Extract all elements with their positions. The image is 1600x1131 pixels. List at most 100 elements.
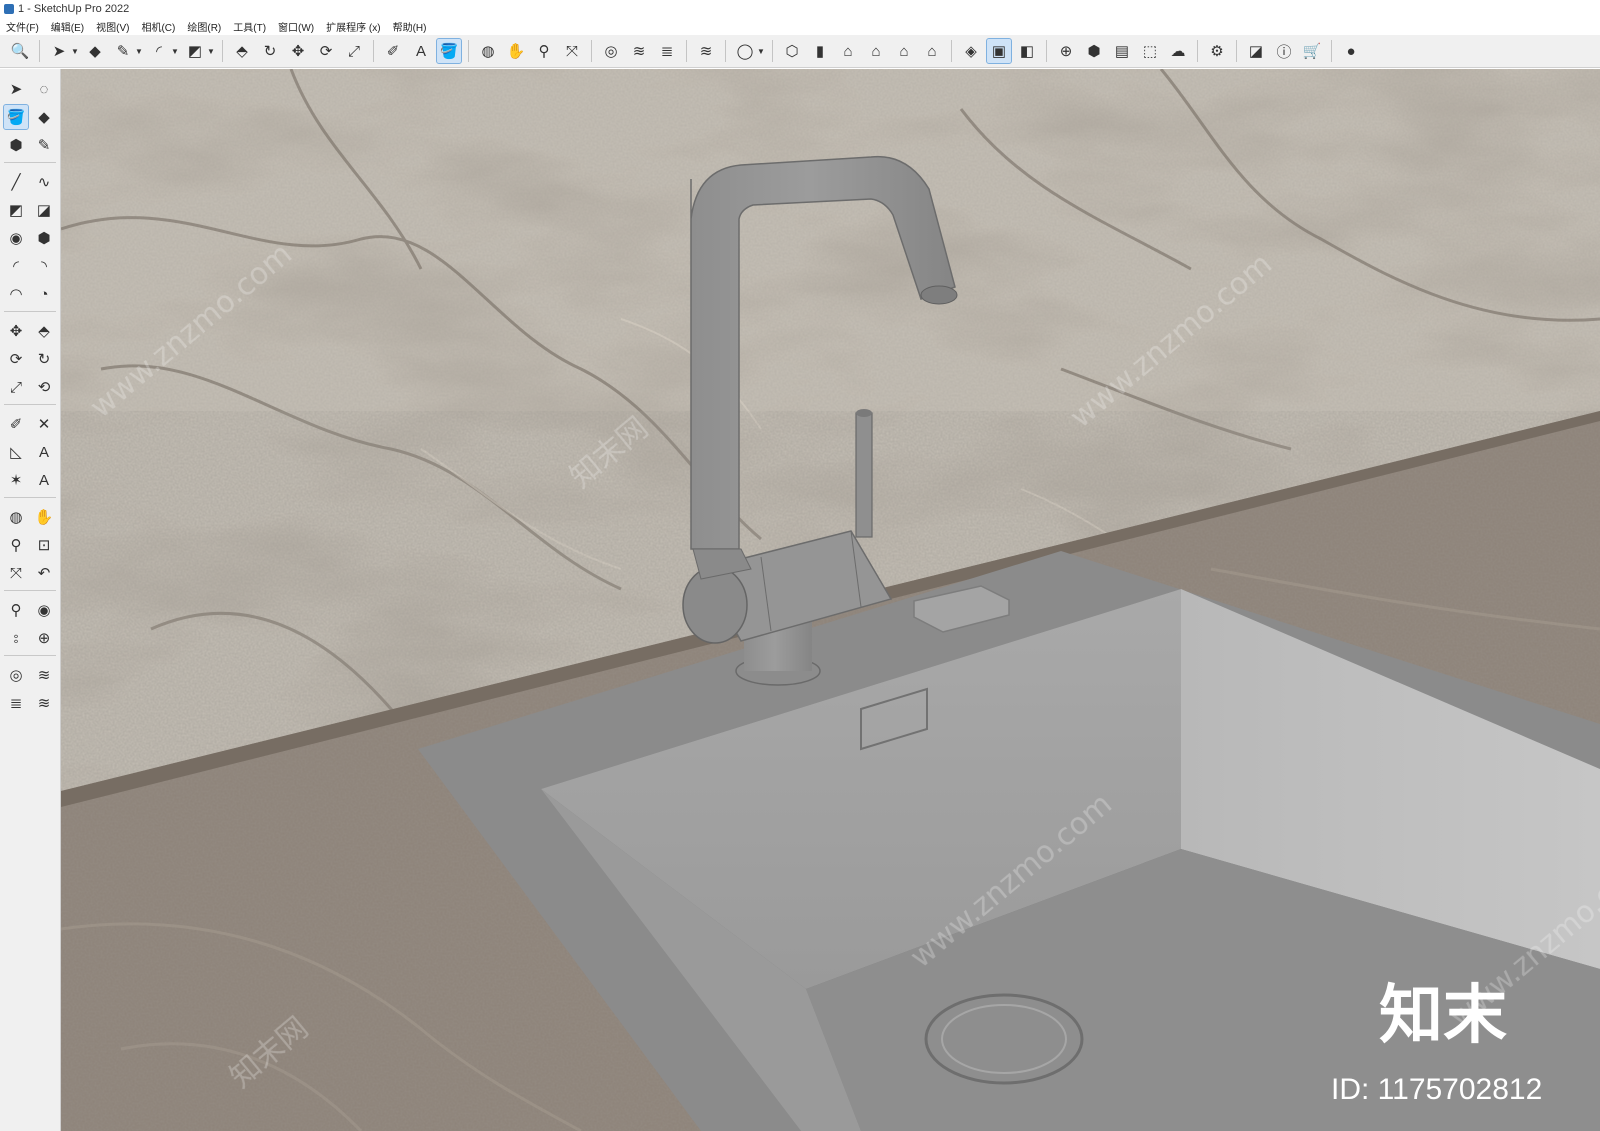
- cloud-icon[interactable]: ☁: [1166, 39, 1190, 63]
- menu-item-6[interactable]: 窗口(W): [272, 19, 320, 34]
- toolbar-separator: [39, 40, 40, 62]
- pan-icon[interactable]: ✋: [32, 505, 56, 529]
- freehand-icon[interactable]: ∿: [32, 170, 56, 194]
- scale-icon[interactable]: ⤢: [4, 375, 28, 399]
- solid-tools-icon[interactable]: ◈: [959, 39, 983, 63]
- paint-bucket-icon[interactable]: 🪣: [3, 104, 29, 130]
- position-camera-icon[interactable]: ⚲: [4, 598, 28, 622]
- follow-me-icon[interactable]: ↻: [258, 39, 282, 63]
- pan-icon[interactable]: ✋: [504, 39, 528, 63]
- components-icon[interactable]: ◪: [1244, 39, 1268, 63]
- section-plane-icon[interactable]: ▣: [986, 38, 1012, 64]
- iso-view-icon[interactable]: ⬡: [780, 39, 804, 63]
- dimension-icon[interactable]: ✕: [32, 412, 56, 436]
- menu-item-0[interactable]: 文件(F): [0, 19, 45, 34]
- styles-icon[interactable]: ▤: [1110, 39, 1134, 63]
- menu-item-5[interactable]: 工具(T): [227, 19, 272, 34]
- paint-bucket-icon[interactable]: 🪣: [436, 38, 462, 64]
- orbit-icon[interactable]: ◍: [4, 505, 28, 529]
- warehouse-icon[interactable]: ◎: [4, 663, 28, 687]
- right-view-icon[interactable]: ⌂: [864, 39, 888, 63]
- zoom-window-icon[interactable]: ⊡: [32, 533, 56, 557]
- info-icon[interactable]: ⓘ: [1272, 39, 1296, 63]
- menu-item-8[interactable]: 帮助(H): [387, 19, 433, 34]
- menu-item-2[interactable]: 视图(V): [90, 19, 135, 34]
- rectangle-icon[interactable]: ◩: [4, 198, 28, 222]
- component-icon[interactable]: ⬢: [4, 133, 28, 157]
- 3d-text-icon[interactable]: A: [32, 468, 56, 492]
- arc-icon[interactable]: ◜: [147, 39, 171, 63]
- menu-item-1[interactable]: 编辑(E): [45, 19, 90, 34]
- rotated-rectangle-icon[interactable]: ◪: [32, 198, 56, 222]
- menu-item-7[interactable]: 扩展程序 (x): [320, 19, 386, 34]
- section-display-icon[interactable]: ◧: [1015, 39, 1039, 63]
- orbit-icon[interactable]: ◍: [476, 39, 500, 63]
- tape-measure-icon[interactable]: ✐: [381, 39, 405, 63]
- layers-icon[interactable]: ≣: [655, 39, 679, 63]
- warehouse-icon[interactable]: ◎: [599, 39, 623, 63]
- move-icon[interactable]: ✥: [4, 319, 28, 343]
- left-view-icon[interactable]: ⌂: [920, 39, 944, 63]
- circle-icon[interactable]: ◉: [4, 226, 28, 250]
- push-pull-icon[interactable]: ⬘: [32, 319, 56, 343]
- rotate-icon[interactable]: ⟳: [314, 39, 338, 63]
- move-icon[interactable]: ✥: [286, 39, 310, 63]
- tag-icon[interactable]: ✎: [32, 133, 56, 157]
- chevron-down-icon[interactable]: ▼: [71, 47, 81, 56]
- select-icon[interactable]: ➤: [47, 39, 71, 63]
- rectangle-icon[interactable]: ◩: [183, 39, 207, 63]
- settings-icon[interactable]: ⚙: [1205, 39, 1229, 63]
- chevron-down-icon[interactable]: ▼: [207, 47, 217, 56]
- tape-measure-icon[interactable]: ✐: [4, 412, 28, 436]
- axes-icon[interactable]: ✶: [4, 468, 28, 492]
- xray-icon[interactable]: ⬚: [1138, 39, 1162, 63]
- select-icon[interactable]: ➤: [4, 77, 28, 101]
- menu-item-4[interactable]: 绘图(R): [181, 19, 227, 34]
- zoom-icon[interactable]: ⚲: [4, 533, 28, 557]
- cart-icon[interactable]: 🛒: [1300, 39, 1324, 63]
- look-around-icon[interactable]: ◉: [32, 598, 56, 622]
- arc-icon[interactable]: ◜: [4, 254, 28, 278]
- shadows-icon[interactable]: ⬢: [1082, 39, 1106, 63]
- front-view-icon[interactable]: ⌂: [836, 39, 860, 63]
- chevron-down-icon[interactable]: ▼: [135, 47, 145, 56]
- add-location-icon[interactable]: ⊕: [1054, 39, 1078, 63]
- pie-icon[interactable]: ◔: [32, 282, 56, 306]
- text-icon[interactable]: A: [32, 440, 56, 464]
- extension-icon[interactable]: ≋: [627, 39, 651, 63]
- section-plane-icon[interactable]: ⊕: [32, 626, 56, 650]
- menu-item-3[interactable]: 相机(C): [135, 19, 181, 34]
- rotate-icon[interactable]: ⟳: [4, 347, 28, 371]
- account-icon[interactable]: ◯: [733, 39, 757, 63]
- zoom-tool-icon[interactable]: ⚲: [532, 39, 556, 63]
- send-layout-icon[interactable]: ≋: [694, 39, 718, 63]
- three-point-arc-icon[interactable]: ◠: [4, 282, 28, 306]
- chevron-down-icon[interactable]: ▼: [171, 47, 181, 56]
- chevron-down-icon[interactable]: ▼: [757, 47, 767, 56]
- eraser-icon[interactable]: ◆: [32, 105, 56, 129]
- top-view-icon[interactable]: ▮: [808, 39, 832, 63]
- extension-icon[interactable]: ≋: [32, 663, 56, 687]
- zoom-icon[interactable]: 🔍: [8, 39, 32, 63]
- eraser-icon[interactable]: ◆: [83, 39, 107, 63]
- protractor-icon[interactable]: ◺: [4, 440, 28, 464]
- layers-icon[interactable]: ≣: [4, 691, 28, 715]
- walk-icon[interactable]: ⦂: [4, 626, 28, 650]
- push-pull-icon[interactable]: ⬘: [230, 39, 254, 63]
- scale-icon[interactable]: ⤢: [342, 39, 366, 63]
- follow-me-icon[interactable]: ↻: [32, 347, 56, 371]
- offset-icon[interactable]: ⟲: [32, 375, 56, 399]
- two-point-arc-icon[interactable]: ◝: [32, 254, 56, 278]
- text-icon[interactable]: A: [409, 39, 433, 63]
- send-layout-icon[interactable]: ≋: [32, 691, 56, 715]
- zoom-extents-icon[interactable]: ⤧: [4, 561, 28, 585]
- previous-view-icon[interactable]: ↶: [32, 561, 56, 585]
- user-icon[interactable]: ●: [1339, 39, 1363, 63]
- pencil-icon[interactable]: ✎: [111, 39, 135, 63]
- model-viewport[interactable]: www.znzmo.com 知末网 www.znzmo.com www.znzm…: [61, 69, 1600, 1131]
- zoom-extents-icon[interactable]: ⤧: [560, 39, 584, 63]
- back-view-icon[interactable]: ⌂: [892, 39, 916, 63]
- line-icon[interactable]: ╱: [4, 170, 28, 194]
- polygon-icon[interactable]: ⬢: [32, 226, 56, 250]
- lasso-icon[interactable]: ◌: [32, 77, 56, 101]
